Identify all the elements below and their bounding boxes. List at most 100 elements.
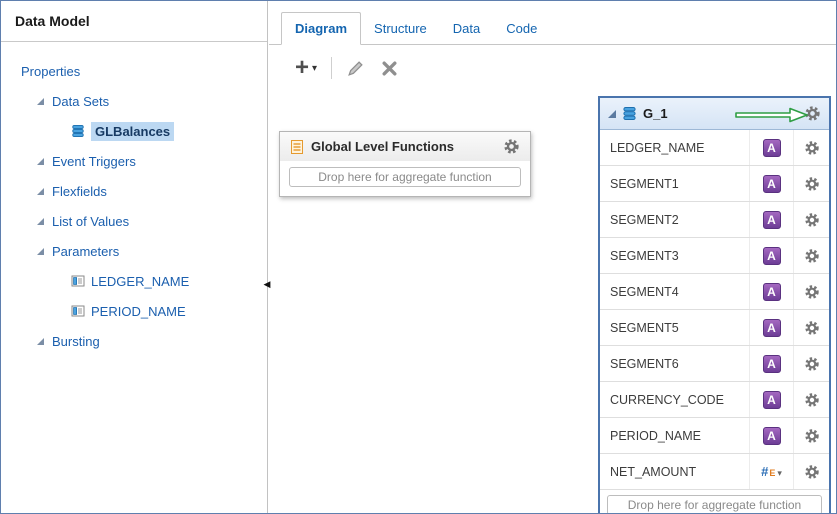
global-functions-title: Global Level Functions bbox=[311, 139, 454, 154]
tab-code[interactable]: Code bbox=[493, 13, 550, 44]
add-dataset-button[interactable]: + ▾ bbox=[295, 58, 317, 78]
field-actions-gear-button[interactable] bbox=[793, 346, 829, 381]
field-name-label: SEGMENT5 bbox=[600, 321, 749, 335]
field-row[interactable]: SEGMENT5 A bbox=[600, 310, 829, 346]
field-actions-gear-button[interactable] bbox=[793, 274, 829, 309]
field-actions-gear-button[interactable] bbox=[793, 418, 829, 453]
expand-triangle-icon[interactable] bbox=[37, 188, 44, 195]
page-title-label: Data Model bbox=[15, 13, 90, 29]
gear-icon bbox=[804, 464, 820, 480]
tree-item-label-selected: GLBalances bbox=[91, 122, 174, 141]
text-type-icon: A bbox=[763, 247, 781, 265]
tree-item-list-of-values[interactable]: List of Values bbox=[1, 206, 267, 236]
tree-item-label: LEDGER_NAME bbox=[91, 274, 189, 289]
dataset-icon bbox=[622, 106, 637, 121]
field-name-label: SEGMENT3 bbox=[600, 249, 749, 263]
tree-item-bursting[interactable]: Bursting bbox=[1, 326, 267, 356]
page-title: Data Model bbox=[1, 1, 267, 42]
field-actions-gear-button[interactable] bbox=[793, 310, 829, 345]
annotation-arrow bbox=[735, 107, 809, 123]
field-row[interactable]: PERIOD_NAME A bbox=[600, 418, 829, 454]
tree-item-flexfields[interactable]: Flexfields bbox=[1, 176, 267, 206]
editor-pane: Diagram Structure Data Code + ▾ bbox=[269, 1, 836, 513]
field-actions-gear-button[interactable] bbox=[793, 382, 829, 417]
field-type-cell: A bbox=[749, 202, 793, 237]
tree-item-event-triggers[interactable]: Event Triggers bbox=[1, 146, 267, 176]
field-row[interactable]: SEGMENT1 A bbox=[600, 166, 829, 202]
number-type-icon[interactable]: # E ▾ bbox=[761, 464, 782, 479]
field-type-cell: A bbox=[749, 418, 793, 453]
text-type-icon: A bbox=[763, 355, 781, 373]
text-type-icon: A bbox=[763, 139, 781, 157]
tree-item-glbalances[interactable]: GLBalances bbox=[1, 116, 267, 146]
field-name-label: NET_AMOUNT bbox=[600, 465, 749, 479]
function-sheet-icon bbox=[290, 139, 304, 155]
field-row[interactable]: CURRENCY_CODE A bbox=[600, 382, 829, 418]
sidebar: Data Model Properties Data Sets GLBalanc… bbox=[1, 1, 268, 513]
expand-triangle-icon[interactable] bbox=[37, 218, 44, 225]
text-type-icon: A bbox=[763, 319, 781, 337]
tree-item-label: Data Sets bbox=[52, 94, 109, 109]
field-name-label: SEGMENT6 bbox=[600, 357, 749, 371]
global-aggregate-dropzone[interactable]: Drop here for aggregate function bbox=[289, 167, 521, 187]
global-level-functions-box: Global Level Functions Drop here for agg… bbox=[279, 131, 531, 197]
tree-item-properties[interactable]: Properties bbox=[1, 56, 267, 86]
field-row[interactable]: LEDGER_NAME A bbox=[600, 130, 829, 166]
tree-item-ledger-name[interactable]: LEDGER_NAME bbox=[1, 266, 267, 296]
tab-structure[interactable]: Structure bbox=[361, 13, 440, 44]
field-type-cell: A bbox=[749, 274, 793, 309]
plus-icon: + bbox=[295, 58, 309, 78]
field-actions-gear-button[interactable] bbox=[793, 238, 829, 273]
data-model-tree: Properties Data Sets GLBalances Event Tr… bbox=[1, 42, 267, 356]
global-functions-gear-button[interactable] bbox=[503, 138, 520, 155]
field-actions-gear-button[interactable] bbox=[793, 454, 829, 489]
gear-icon bbox=[804, 428, 820, 444]
tree-item-label: List of Values bbox=[52, 214, 129, 229]
field-row[interactable]: SEGMENT3 A bbox=[600, 238, 829, 274]
expand-triangle-icon[interactable] bbox=[37, 248, 44, 255]
delete-button[interactable] bbox=[381, 60, 398, 77]
expand-triangle-icon[interactable] bbox=[37, 98, 44, 105]
diagram-toolbar: + ▾ bbox=[269, 45, 836, 91]
toolbar-separator bbox=[331, 57, 332, 79]
text-type-icon: A bbox=[763, 283, 781, 301]
field-row[interactable]: SEGMENT2 A bbox=[600, 202, 829, 238]
field-type-cell: A bbox=[749, 166, 793, 201]
field-row[interactable]: SEGMENT4 A bbox=[600, 274, 829, 310]
field-actions-gear-button[interactable] bbox=[793, 130, 829, 165]
tree-item-label: PERIOD_NAME bbox=[91, 304, 186, 319]
field-name-label: SEGMENT2 bbox=[600, 213, 749, 227]
collapse-triangle-icon[interactable] bbox=[608, 110, 616, 118]
gear-icon bbox=[804, 320, 820, 336]
field-type-cell: A bbox=[749, 382, 793, 417]
tab-data[interactable]: Data bbox=[440, 13, 493, 44]
text-type-icon: A bbox=[763, 427, 781, 445]
expand-triangle-icon[interactable] bbox=[37, 338, 44, 345]
tab-diagram[interactable]: Diagram bbox=[281, 12, 361, 45]
edit-button[interactable] bbox=[346, 59, 365, 78]
field-actions-gear-button[interactable] bbox=[793, 166, 829, 201]
delete-x-icon bbox=[381, 60, 398, 77]
g1-aggregate-dropzone[interactable]: Drop here for aggregate function bbox=[607, 495, 822, 514]
tree-item-data-sets[interactable]: Data Sets bbox=[1, 86, 267, 116]
field-row[interactable]: NET_AMOUNT # E ▾ bbox=[600, 454, 829, 490]
gear-icon bbox=[804, 392, 820, 408]
global-functions-header: Global Level Functions bbox=[280, 132, 530, 161]
tree-item-label: Bursting bbox=[52, 334, 100, 349]
gear-icon bbox=[503, 138, 520, 155]
gear-icon bbox=[804, 140, 820, 156]
field-type-cell: A bbox=[749, 346, 793, 381]
expand-triangle-icon[interactable] bbox=[37, 158, 44, 165]
pencil-icon bbox=[346, 59, 365, 78]
text-type-icon: A bbox=[763, 175, 781, 193]
tree-item-period-name[interactable]: PERIOD_NAME bbox=[1, 296, 267, 326]
parameter-icon bbox=[71, 304, 85, 318]
field-row[interactable]: SEGMENT6 A bbox=[600, 346, 829, 382]
panel-collapse-handle[interactable]: ◀ bbox=[260, 271, 274, 297]
field-actions-gear-button[interactable] bbox=[793, 202, 829, 237]
dataset-icon bbox=[71, 124, 85, 138]
tree-item-parameters[interactable]: Parameters bbox=[1, 236, 267, 266]
tree-item-label: Event Triggers bbox=[52, 154, 136, 169]
field-type-cell: # E ▾ bbox=[749, 454, 793, 489]
gear-icon bbox=[804, 176, 820, 192]
